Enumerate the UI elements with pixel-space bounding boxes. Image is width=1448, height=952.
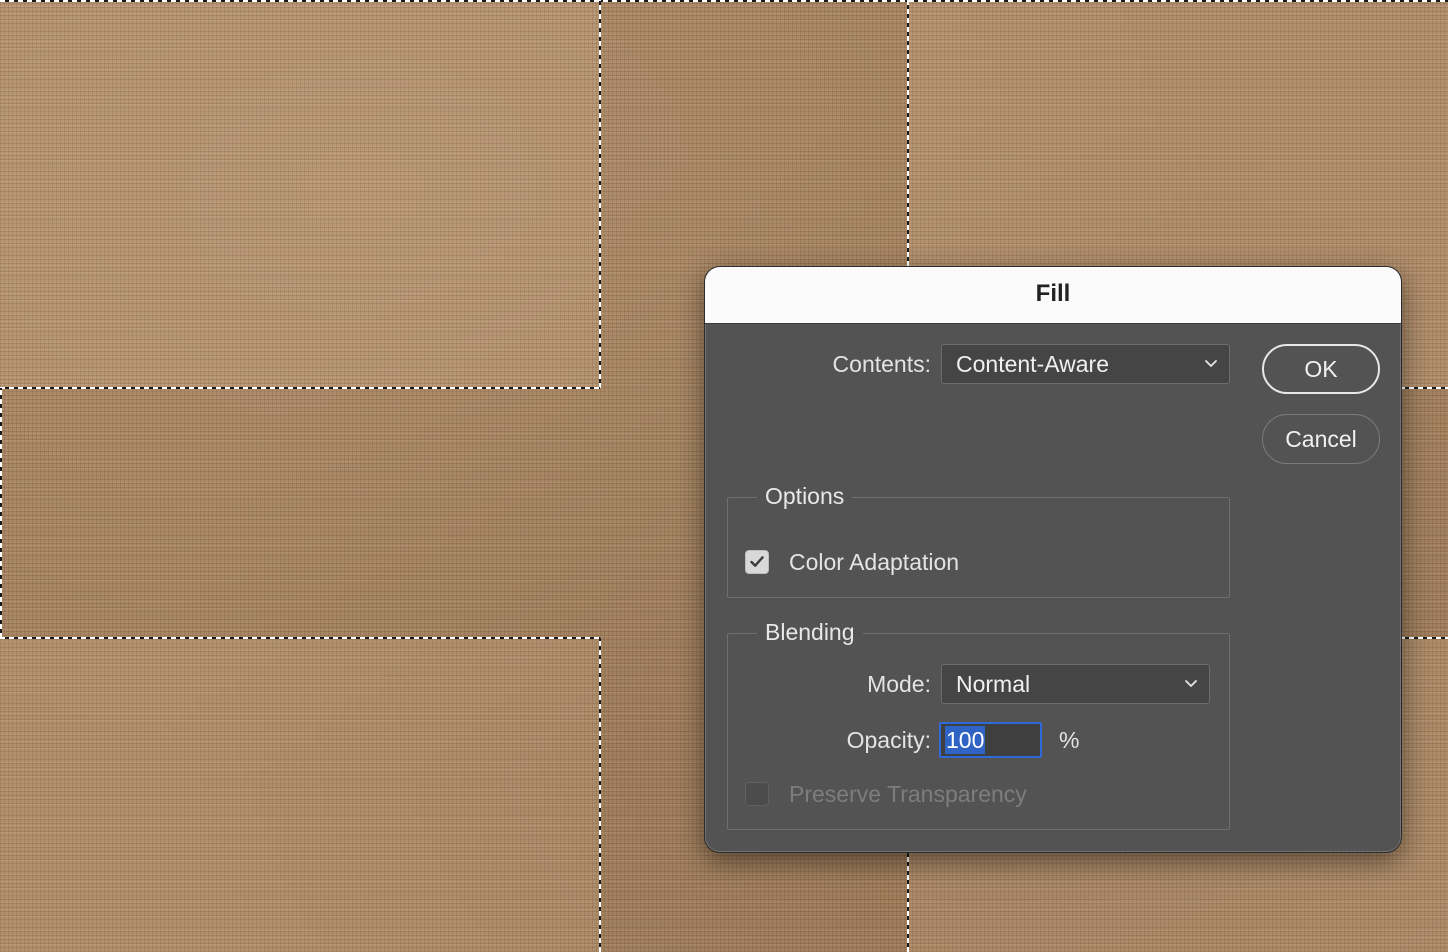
contents-dropdown[interactable]: Content-Aware bbox=[941, 344, 1230, 384]
dialog-title: Fill bbox=[1035, 280, 1071, 307]
contents-label: Contents: bbox=[832, 351, 931, 377]
options-legend: Options bbox=[757, 483, 853, 510]
checkmark-icon bbox=[750, 556, 764, 567]
chevron-down-icon bbox=[1185, 680, 1197, 687]
chevron-down-icon bbox=[1205, 360, 1217, 367]
color-adaptation-checkbox[interactable] bbox=[745, 550, 769, 574]
contents-selected-value: Content-Aware bbox=[956, 351, 1109, 377]
fill-dialog: Fill Contents: Content-Aware OK Cancel O… bbox=[704, 266, 1402, 853]
mode-dropdown[interactable]: Normal bbox=[941, 664, 1210, 704]
cancel-button[interactable]: Cancel bbox=[1262, 414, 1380, 464]
ok-button[interactable]: OK bbox=[1262, 344, 1380, 394]
preserve-transparency-label: Preserve Transparency bbox=[789, 781, 1027, 807]
opacity-input[interactable] bbox=[939, 722, 1042, 758]
color-adaptation-label[interactable]: Color Adaptation bbox=[789, 549, 959, 576]
dialog-titlebar[interactable]: Fill bbox=[705, 267, 1401, 324]
canvas-tile bbox=[0, 0, 600, 388]
blending-legend: Blending bbox=[757, 619, 863, 646]
opacity-unit: % bbox=[1059, 727, 1080, 753]
options-group bbox=[727, 497, 1230, 598]
opacity-label: Opacity: bbox=[846, 727, 931, 753]
mode-selected-value: Normal bbox=[956, 671, 1031, 697]
mode-label: Mode: bbox=[867, 671, 931, 697]
canvas-tile bbox=[0, 638, 600, 952]
preserve-transparency-checkbox[interactable] bbox=[745, 782, 769, 806]
